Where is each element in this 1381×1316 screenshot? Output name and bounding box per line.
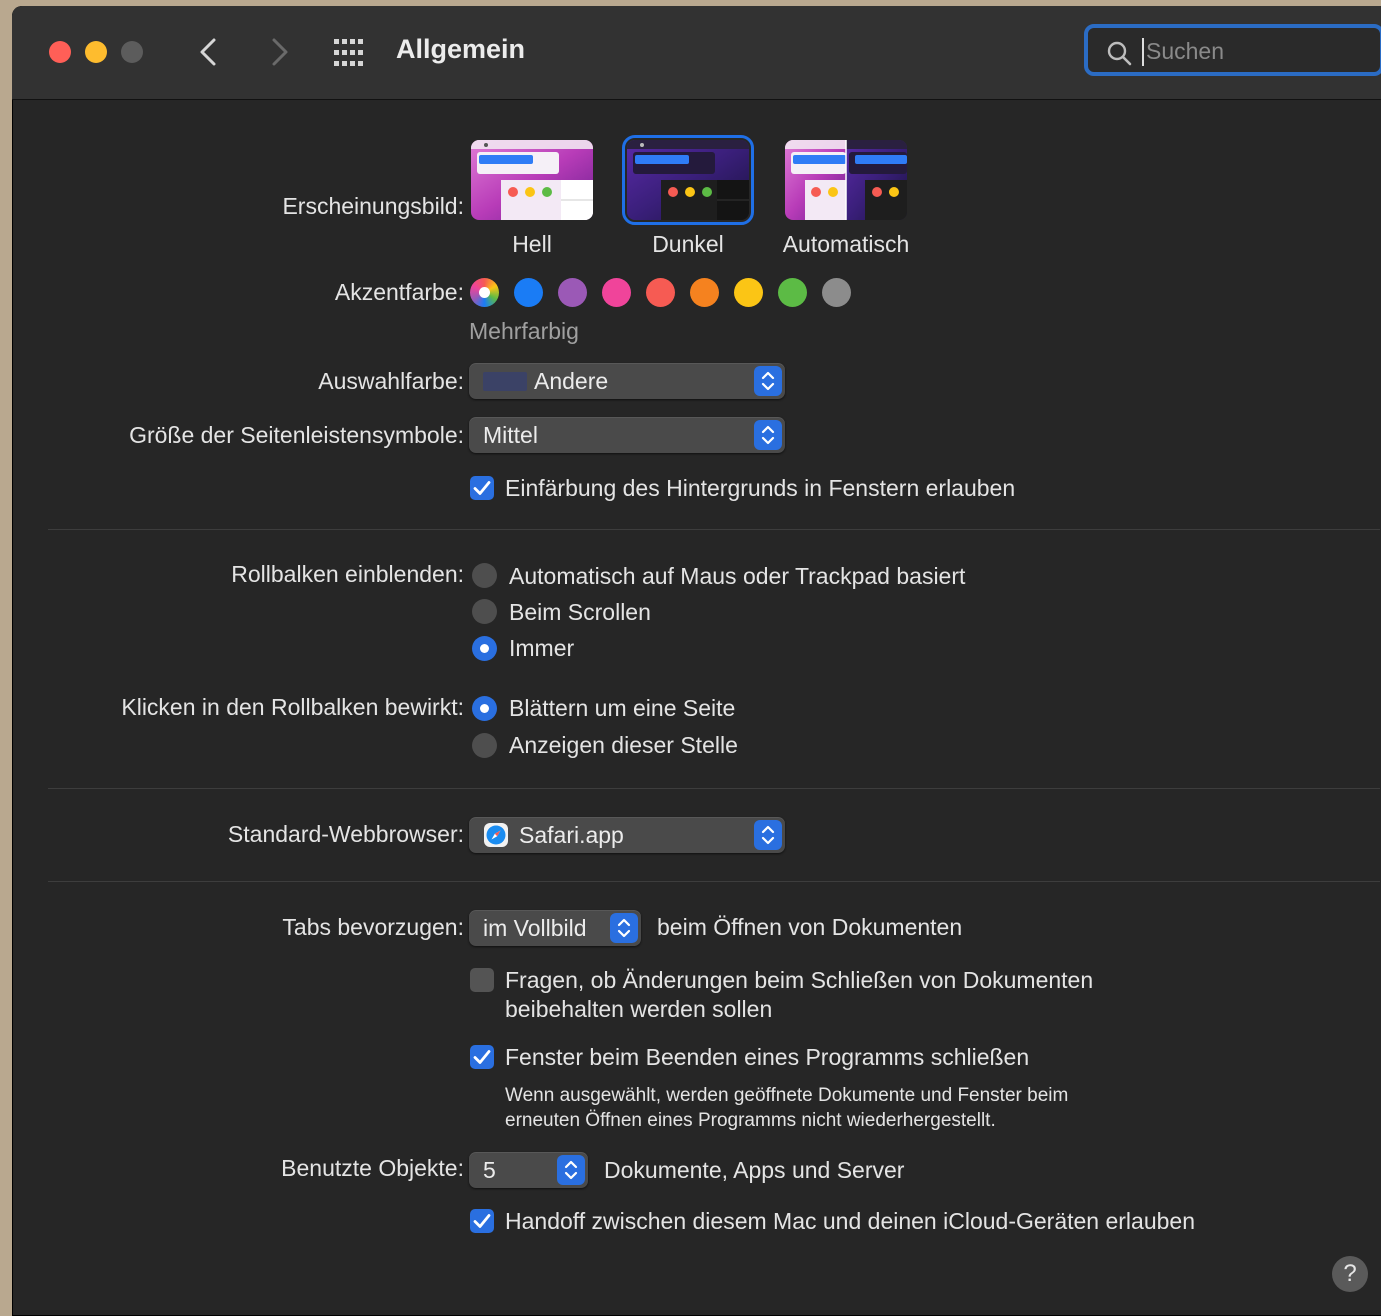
accent-selected-name: Mehrfarbig — [469, 318, 579, 344]
sidebar-icon-size-value: Mittel — [483, 422, 538, 448]
accent-purple-swatch[interactable] — [558, 278, 587, 307]
accent-pink-swatch[interactable] — [602, 278, 631, 307]
sidebar-icon-size-popup[interactable]: Mittel — [469, 417, 785, 453]
light-mode-preview-icon — [471, 140, 593, 220]
close-window-button[interactable] — [49, 41, 71, 63]
text-caret — [1142, 38, 1144, 66]
recent-items-value: 5 — [483, 1157, 496, 1183]
titlebar: Allgemein — [12, 6, 1381, 100]
checkmark-icon — [473, 1214, 491, 1228]
accent-color-label: Akzentfarbe: — [334, 279, 464, 305]
section-divider — [48, 881, 1380, 882]
updown-chevron-icon — [557, 1155, 585, 1185]
search-field[interactable] — [1084, 24, 1381, 76]
prefer-tabs-label: Tabs bevorzugen: — [282, 914, 464, 940]
recent-items-label: Benutzte Objekte: — [281, 1155, 464, 1181]
accent-graphite-swatch[interactable] — [822, 278, 851, 307]
close-windows-label: Fenster beim Beenden eines Programms sch… — [505, 1044, 1030, 1070]
prefer-tabs-suffix: beim Öffnen von Dokumenten — [657, 914, 963, 940]
accent-green-swatch[interactable] — [778, 278, 807, 307]
accent-yellow-swatch[interactable] — [734, 278, 763, 307]
appearance-auto-label: Automatisch — [782, 231, 910, 257]
section-divider — [48, 788, 1380, 789]
appearance-dark-thumbnail[interactable] — [622, 135, 754, 225]
scrollbars-auto-label: Automatisch auf Maus oder Trackpad basie… — [509, 563, 966, 589]
updown-chevron-icon — [754, 820, 782, 850]
checkmark-icon — [473, 481, 491, 495]
scrollbars-always-radio[interactable] — [472, 636, 497, 661]
show-all-button[interactable] — [330, 36, 370, 70]
accent-orange-swatch[interactable] — [690, 278, 719, 307]
scrollbars-label: Rollbalken einblenden: — [231, 561, 464, 587]
dark-mode-preview-icon — [627, 140, 749, 220]
recent-items-suffix: Dokumente, Apps und Server — [604, 1157, 905, 1183]
section-divider — [48, 529, 1380, 530]
back-button[interactable] — [192, 32, 228, 72]
ask-keep-changes-line1: Fragen, ob Änderungen beim Schließen von… — [505, 967, 1094, 993]
scrollbars-scrolling-radio[interactable] — [472, 599, 497, 624]
click-next-page-radio[interactable] — [472, 696, 497, 721]
accent-blue-swatch[interactable] — [514, 278, 543, 307]
chevron-right-icon — [272, 38, 288, 66]
click-jump-spot-label: Anzeigen dieser Stelle — [509, 732, 738, 758]
close-windows-checkbox[interactable] — [470, 1045, 494, 1069]
updown-chevron-icon — [754, 366, 782, 396]
minimize-window-button[interactable] — [85, 41, 107, 63]
search-icon — [1107, 41, 1132, 66]
appearance-auto-thumbnail[interactable] — [785, 140, 907, 220]
default-browser-label: Standard-Webbrowser: — [227, 821, 464, 847]
handoff-checkbox[interactable] — [470, 1209, 494, 1233]
scrollbars-auto-radio[interactable] — [472, 563, 497, 588]
preferences-window: Allgemein Erscheinungsbild: — [12, 6, 1381, 1316]
chevron-left-icon — [200, 38, 216, 66]
window-title: Allgemein — [396, 34, 526, 64]
updown-chevron-icon — [754, 420, 782, 450]
auto-mode-preview-icon — [785, 140, 907, 220]
appearance-light-thumbnail[interactable] — [471, 140, 593, 220]
accent-multicolor-swatch[interactable] — [470, 278, 499, 307]
checkmark-icon — [473, 1050, 491, 1064]
scrollbars-scrolling-label: Beim Scrollen — [509, 599, 651, 625]
close-windows-note-line2: erneuten Öffnen eines Programms nicht wi… — [505, 1110, 996, 1131]
ask-keep-changes-line2: beibehalten werden sollen — [505, 996, 773, 1022]
safari-icon — [484, 823, 508, 847]
search-input[interactable] — [1146, 36, 1366, 66]
click-jump-spot-radio[interactable] — [472, 733, 497, 758]
recent-items-popup[interactable]: 5 — [469, 1152, 588, 1188]
appearance-dark-label: Dunkel — [652, 231, 724, 257]
click-next-page-label: Blättern um eine Seite — [509, 695, 736, 721]
selected-dot-icon — [479, 287, 490, 298]
handoff-label: Handoff zwischen diesem Mac und deinen i… — [505, 1208, 1195, 1234]
help-button[interactable]: ? — [1332, 1256, 1368, 1292]
accent-red-swatch[interactable] — [646, 278, 675, 307]
sidebar-icon-size-label: Größe der Seitenleistensymbole: — [129, 422, 464, 448]
appearance-label: Erscheinungsbild: — [282, 193, 464, 219]
default-browser-popup[interactable]: Safari.app — [469, 817, 785, 853]
appearance-light-label: Hell — [512, 231, 552, 257]
default-browser-value: Safari.app — [519, 822, 624, 848]
grid-icon — [334, 39, 363, 66]
click-scrollbar-label: Klicken in den Rollbalken bewirkt: — [121, 694, 464, 720]
tinting-label: Einfärbung des Hintergrunds in Fenstern … — [505, 475, 1016, 501]
scrollbars-always-label: Immer — [509, 635, 575, 661]
zoom-window-button[interactable] — [121, 41, 143, 63]
updown-chevron-icon — [610, 913, 638, 943]
ask-keep-changes-checkbox[interactable] — [470, 968, 494, 992]
tinting-checkbox[interactable] — [470, 476, 494, 500]
forward-button[interactable] — [260, 32, 296, 72]
prefer-tabs-value: im Vollbild — [483, 915, 587, 941]
prefer-tabs-popup[interactable]: im Vollbild — [469, 910, 641, 946]
highlight-color-label: Auswahlfarbe: — [318, 368, 464, 394]
highlight-color-value: Andere — [534, 368, 609, 394]
highlight-color-swatch — [483, 372, 527, 391]
highlight-color-popup[interactable]: Andere — [469, 363, 785, 399]
close-windows-note-line1: Wenn ausgewählt, werden geöffnete Dokume… — [505, 1085, 1069, 1106]
